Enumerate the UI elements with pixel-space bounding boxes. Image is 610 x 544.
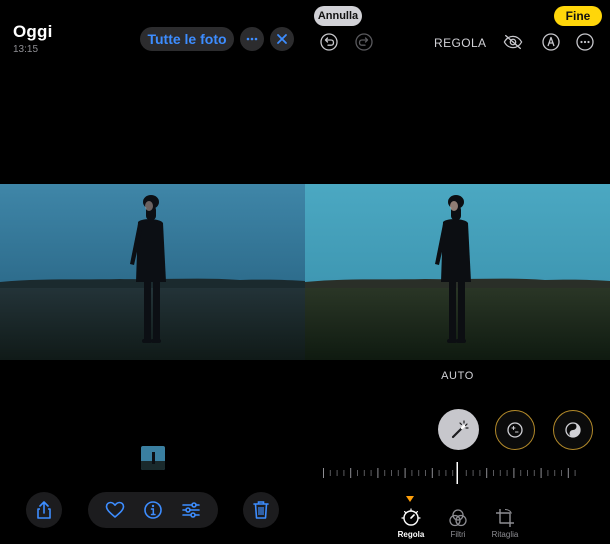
slider-tick	[329, 470, 331, 476]
edit-button[interactable]	[179, 498, 203, 522]
exposure-dial[interactable]	[495, 410, 535, 450]
slider-tick	[377, 468, 379, 478]
slider-tick	[486, 468, 488, 478]
photo-original[interactable]	[0, 184, 305, 360]
thumbnail-strip-item[interactable]	[141, 446, 165, 470]
tab-label: Ritaglia	[491, 530, 519, 539]
adjustment-slider[interactable]	[319, 462, 581, 484]
brilliance-dial[interactable]	[553, 410, 593, 450]
slider-tick	[527, 470, 528, 476]
slider-tick	[465, 470, 467, 476]
sliders-icon	[182, 502, 200, 518]
slider-tick	[350, 468, 352, 478]
slider-tick	[574, 470, 576, 476]
slider-tick	[323, 468, 324, 478]
undo-button[interactable]	[319, 32, 339, 52]
share-icon	[37, 501, 51, 519]
crop-rotate-icon	[496, 509, 514, 527]
slider-tick	[479, 470, 481, 476]
header-title-block: Oggi 13:15	[13, 22, 53, 55]
redo-button[interactable]	[354, 32, 374, 52]
slider-tick	[554, 470, 556, 476]
slider-tick	[493, 470, 494, 476]
slider-tick	[561, 470, 562, 476]
slider-tick	[431, 468, 433, 478]
ellipsis-circle-icon	[576, 33, 594, 51]
dial-knob-icon	[401, 508, 421, 526]
info-icon	[144, 501, 162, 519]
slider-tick	[363, 470, 365, 476]
slider-tick	[370, 470, 372, 476]
ellipsis-icon	[246, 37, 258, 41]
editor-mode-title: REGOLA	[434, 36, 487, 50]
photo-editor-pane: Annulla Fine REGOLA AUTO Regola Filtri R…	[305, 0, 610, 544]
photo-edited-preview[interactable]	[305, 184, 610, 360]
editor-more-button[interactable]	[575, 32, 595, 52]
cancel-button[interactable]: Annulla	[314, 6, 362, 26]
photo-action-group	[88, 492, 218, 528]
markup-pen-icon	[542, 33, 560, 51]
info-button[interactable]	[141, 498, 165, 522]
delete-button[interactable]	[243, 492, 279, 528]
tab-ritaglia[interactable]: Ritaglia	[483, 508, 527, 544]
share-button[interactable]	[26, 492, 62, 528]
slider-tick	[540, 468, 542, 478]
brilliance-icon	[565, 422, 581, 438]
slider-tick	[336, 470, 338, 476]
slider-ticks	[323, 462, 576, 484]
slider-tick	[445, 470, 447, 476]
slider-tick	[343, 470, 345, 476]
tab-label: Regola	[397, 530, 425, 539]
close-button[interactable]	[270, 27, 294, 51]
photo-viewer-pane: Oggi 13:15 Tutte le foto	[0, 0, 305, 544]
slider-tick	[438, 470, 440, 476]
tab-label: Filtri	[450, 530, 466, 539]
photo-image	[0, 184, 305, 360]
magic-wand-icon	[451, 419, 469, 438]
slider-tick	[547, 470, 549, 476]
slider-tick	[425, 470, 426, 476]
heart-icon	[105, 501, 125, 518]
adjustment-name-label: AUTO	[441, 370, 474, 382]
slider-tick	[391, 470, 392, 476]
exposure-icon	[507, 422, 523, 438]
slider-tick	[567, 468, 569, 478]
tab-regola[interactable]: Regola	[389, 508, 433, 544]
done-button[interactable]: Fine	[554, 6, 602, 26]
eye-slash-icon	[503, 34, 523, 50]
edited-photo-image	[305, 184, 610, 360]
slider-tick	[533, 470, 535, 476]
more-options-button[interactable]	[240, 27, 264, 51]
all-photos-button[interactable]: Tutte le foto	[140, 27, 234, 51]
slider-tick	[404, 468, 406, 478]
slider-thumb	[456, 462, 458, 484]
slider-tick	[384, 470, 386, 476]
photo-time: 13:15	[13, 44, 39, 55]
slider-tick	[472, 470, 474, 476]
favorite-button[interactable]	[103, 498, 127, 522]
page-title: Oggi	[13, 22, 53, 41]
slider-tick	[397, 470, 399, 476]
close-icon	[277, 34, 287, 44]
redo-icon	[355, 33, 373, 51]
slider-tick	[499, 470, 501, 476]
slider-tick	[452, 470, 454, 476]
trash-icon	[253, 501, 269, 519]
slider-tick	[506, 470, 508, 476]
slider-tick	[513, 468, 515, 478]
undo-icon	[320, 33, 338, 51]
filters-icon	[449, 509, 467, 527]
selected-tab-indicator	[406, 496, 414, 502]
auto-enhance-dial[interactable]	[438, 409, 479, 450]
slider-tick	[520, 470, 522, 476]
slider-tick	[418, 470, 420, 476]
markup-button[interactable]	[541, 32, 561, 52]
slider-tick	[411, 470, 413, 476]
slider-tick	[357, 470, 358, 476]
toggle-original-button[interactable]	[503, 32, 523, 52]
tab-filtri[interactable]: Filtri	[436, 508, 480, 544]
thumbnail-image	[141, 446, 165, 470]
